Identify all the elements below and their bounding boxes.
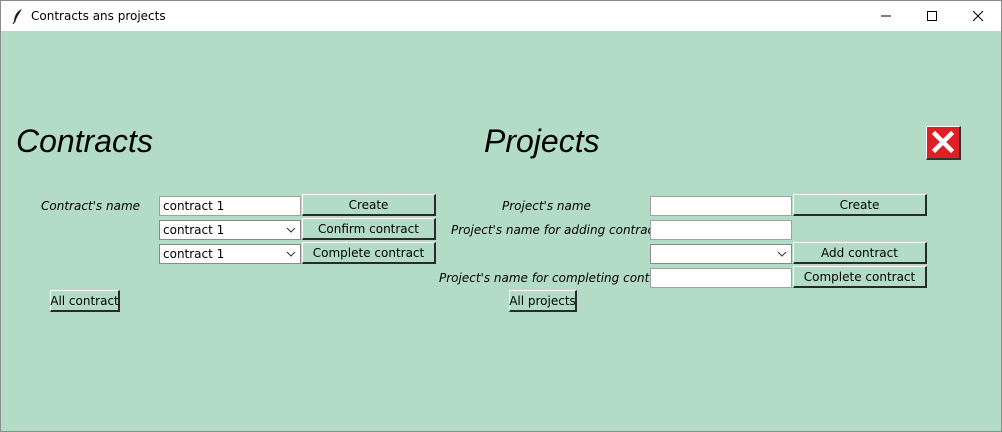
contract-name-label: Contract's name — [41, 199, 141, 213]
feather-icon — [11, 8, 25, 25]
add-contract-button[interactable]: Add contract — [793, 242, 927, 264]
close-icon — [972, 10, 984, 22]
complete-contract-select[interactable]: contract 1 — [159, 244, 301, 264]
window-title: Contracts ans projects — [31, 9, 166, 23]
create-contract-button[interactable]: Create — [302, 194, 436, 216]
contract-name-input[interactable]: contract 1 — [159, 196, 301, 216]
maximize-button[interactable] — [909, 1, 955, 31]
project-complete-contract-button[interactable]: Complete contract — [793, 266, 927, 288]
chevron-down-icon — [286, 227, 296, 233]
confirm-contract-select-value: contract 1 — [163, 223, 225, 237]
project-add-contract-label: Project's name for adding contract — [451, 223, 659, 237]
projects-heading: Projects — [484, 123, 600, 159]
close-window-button[interactable] — [955, 1, 1001, 31]
maximize-icon — [927, 11, 937, 21]
all-contracts-button[interactable]: All contract — [50, 290, 120, 312]
project-complete-contract-label: Project's name for completing contract — [439, 271, 673, 285]
project-complete-contract-input[interactable] — [650, 268, 792, 288]
exit-button[interactable] — [926, 126, 961, 160]
chevron-down-icon — [777, 251, 787, 257]
project-name-input[interactable] — [650, 196, 792, 216]
contracts-heading: Contracts — [16, 123, 153, 159]
app-window: Contracts ans projects Contracts Contrac… — [0, 0, 1002, 432]
close-x-icon — [931, 130, 955, 154]
add-contract-select[interactable] — [650, 244, 792, 264]
all-projects-button[interactable]: All projects — [509, 290, 577, 312]
complete-contract-button[interactable]: Complete contract — [302, 242, 436, 264]
chevron-down-icon — [286, 251, 296, 257]
confirm-contract-button[interactable]: Confirm contract — [302, 218, 436, 240]
complete-contract-select-value: contract 1 — [163, 247, 225, 261]
confirm-contract-select[interactable]: contract 1 — [159, 220, 301, 240]
minimize-button[interactable] — [863, 1, 909, 31]
project-add-contract-input[interactable] — [650, 220, 792, 240]
project-name-label: Project's name — [502, 199, 591, 213]
minimize-icon — [881, 15, 891, 17]
title-bar: Contracts ans projects — [1, 1, 1001, 31]
create-project-button[interactable]: Create — [793, 194, 927, 216]
